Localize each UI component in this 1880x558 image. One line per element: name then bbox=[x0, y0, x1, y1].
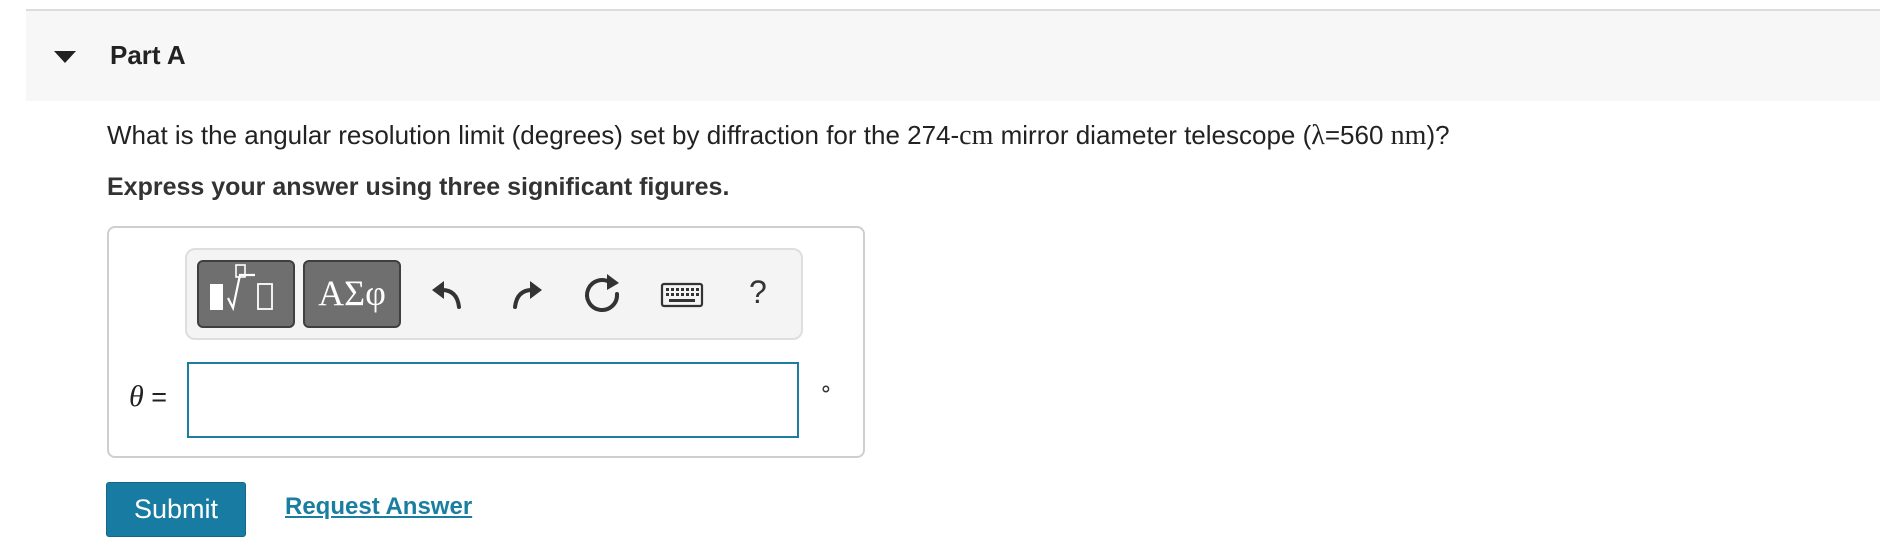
instruction-text: Express your answer using three signific… bbox=[107, 173, 730, 201]
answer-panel: ΑΣφ ? θ = ∘ bbox=[107, 226, 865, 458]
math-toolbar: ΑΣφ ? bbox=[185, 248, 803, 340]
caret-down-icon[interactable] bbox=[54, 51, 76, 63]
lambda-symbol: λ bbox=[1311, 120, 1325, 151]
question-text: What is the angular resolution limit (de… bbox=[107, 120, 1450, 152]
degree-unit: ∘ bbox=[819, 376, 833, 401]
answer-variable: θ bbox=[129, 380, 144, 413]
templates-button[interactable] bbox=[197, 260, 295, 328]
length-unit: cm bbox=[959, 120, 994, 151]
templates-sqrt-icon bbox=[210, 264, 273, 312]
greek-symbols-button[interactable]: ΑΣφ bbox=[303, 260, 401, 328]
question-text-end: )? bbox=[1426, 120, 1450, 150]
undo-icon[interactable] bbox=[427, 270, 471, 318]
wavelength-unit: nm bbox=[1390, 120, 1427, 151]
part-header[interactable]: Part A bbox=[26, 11, 1880, 101]
question-text-middle: mirror diameter telescope ( bbox=[993, 120, 1312, 150]
help-button[interactable]: ? bbox=[749, 274, 767, 311]
submit-button[interactable]: Submit bbox=[106, 482, 246, 537]
part-title: Part A bbox=[110, 40, 186, 70]
lambda-value: =560 bbox=[1324, 120, 1391, 150]
answer-input[interactable] bbox=[187, 362, 799, 438]
reset-icon[interactable] bbox=[581, 270, 625, 318]
question-text-before: What is the angular resolution limit (de… bbox=[107, 120, 960, 150]
answer-label: θ = bbox=[129, 380, 167, 414]
request-answer-link[interactable]: Request Answer bbox=[285, 493, 472, 521]
answer-equals: = bbox=[143, 382, 168, 412]
keyboard-icon[interactable] bbox=[659, 270, 705, 318]
redo-icon[interactable] bbox=[503, 270, 547, 318]
